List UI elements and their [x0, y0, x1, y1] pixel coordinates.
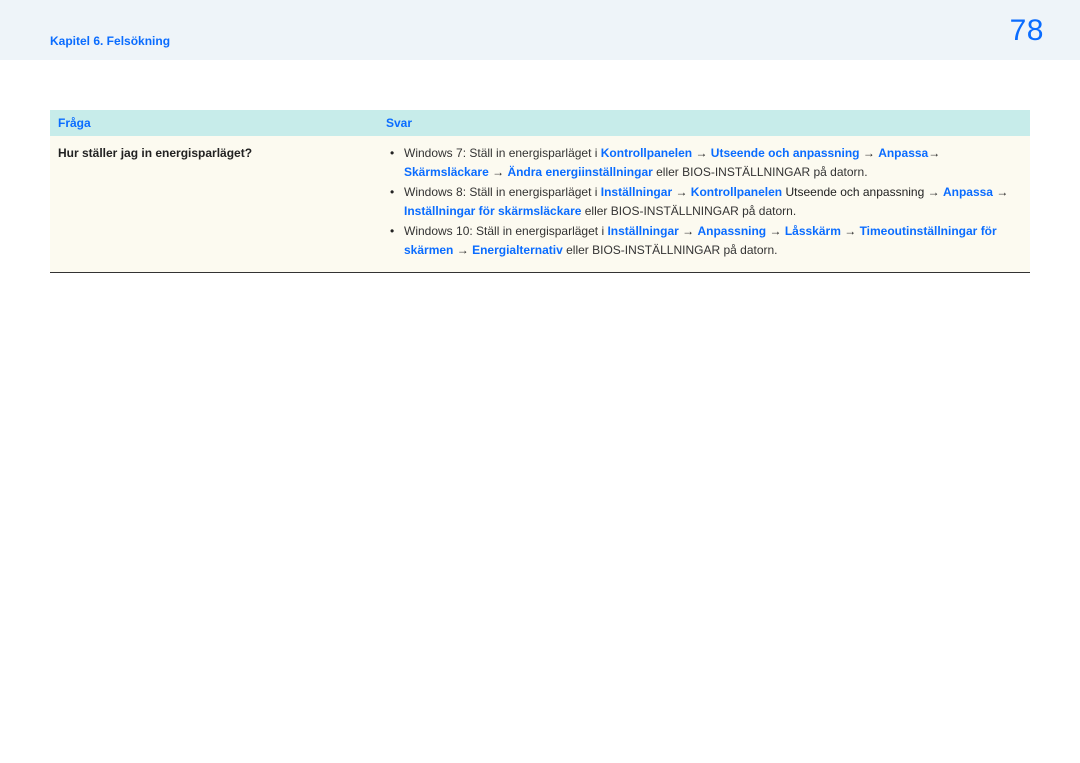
answer-item-win8: Windows 8: Ställ in energisparläget i In…	[386, 183, 1022, 220]
path-step: Kontrollpanelen	[601, 146, 692, 160]
path-step: Anpassning	[697, 224, 766, 238]
text: eller BIOS-INSTÄLLNINGAR på datorn.	[581, 204, 796, 218]
arrow-icon: →	[996, 185, 1008, 199]
answer-item-win7: Windows 7: Ställ in energisparläget i Ko…	[386, 144, 1022, 181]
arrow-icon: →	[844, 224, 856, 238]
question-cell: Hur ställer jag in energisparläget?	[50, 136, 378, 272]
arrow-icon: Utseende och anpassning	[785, 185, 924, 199]
text: eller BIOS-INSTÄLLNINGAR på datorn.	[653, 165, 868, 179]
arrow-icon: →	[492, 165, 504, 179]
text: eller BIOS-INSTÄLLNINGAR på datorn.	[563, 243, 778, 257]
path-step: Kontrollpanelen	[691, 185, 782, 199]
answer-item-win10: Windows 10: Ställ in energisparläget i I…	[386, 222, 1022, 259]
path-step: Inställningar	[607, 224, 678, 238]
arrow-icon: →	[682, 224, 694, 238]
text: Windows 7: Ställ in energisparläget i	[404, 146, 601, 160]
col-header-question: Fråga	[50, 110, 378, 136]
qa-table: Fråga Svar Hur ställer jag in energispar…	[50, 110, 1030, 273]
arrow-icon: →	[863, 146, 875, 160]
text: Windows 8: Ställ in energisparläget i	[404, 185, 601, 199]
answer-list: Windows 7: Ställ in energisparläget i Ko…	[386, 144, 1022, 260]
content-area: Fråga Svar Hur ställer jag in energispar…	[0, 60, 1080, 273]
answer-cell: Windows 7: Ställ in energisparläget i Ko…	[378, 136, 1030, 272]
path-step: Energialternativ	[472, 243, 563, 257]
path-step: Låsskärm	[785, 224, 841, 238]
col-header-answer: Svar	[378, 110, 1030, 136]
arrow-icon: →	[928, 146, 940, 160]
path-step: Inställningar för skärmsläckare	[404, 204, 581, 218]
arrow-icon: →	[675, 185, 687, 199]
path-step: Utseende och anpassning	[711, 146, 860, 160]
page-number: 78	[1010, 14, 1044, 48]
arrow-icon: →	[695, 146, 707, 160]
path-step: Anpassa	[878, 146, 928, 160]
arrow-icon: →	[457, 243, 469, 257]
chapter-title: Kapitel 6. Felsökning	[50, 34, 170, 48]
path-step: Skärmsläckare	[404, 165, 489, 179]
path-step: Anpassa	[943, 185, 993, 199]
arrow-icon: →	[928, 185, 940, 199]
path-step: Ändra energiinställningar	[507, 165, 652, 179]
arrow-icon: →	[769, 224, 781, 238]
header-band: Kapitel 6. Felsökning 78	[0, 0, 1080, 60]
table-row: Hur ställer jag in energisparläget? Wind…	[50, 136, 1030, 272]
path-step: Inställningar	[601, 185, 672, 199]
text: Windows 10: Ställ in energisparläget i	[404, 224, 607, 238]
